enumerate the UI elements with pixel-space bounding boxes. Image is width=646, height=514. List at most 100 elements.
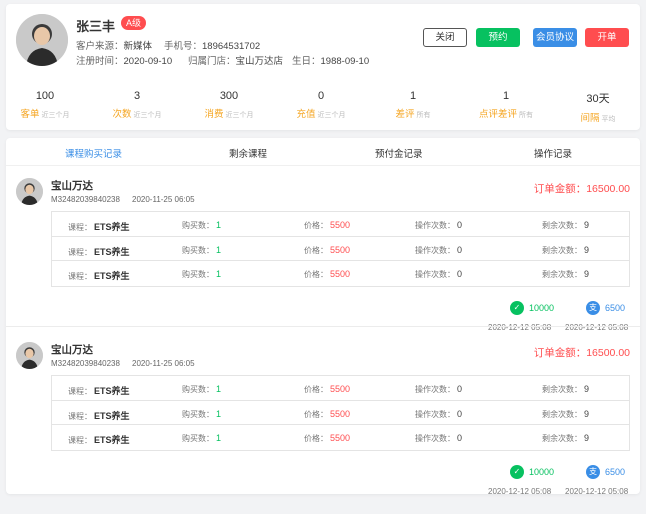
book-button[interactable]: 预约 — [476, 28, 520, 47]
remaining-cell: 剩余次数： 9 — [542, 409, 589, 420]
payment-amount: 6500 — [605, 303, 626, 313]
open-order-button[interactable]: 开单 — [585, 28, 629, 47]
order-items-table: 课程： ETS养生 购买数： 1 价格： 5500 操作次数： 0 剩余次数： 9 课程：… — [51, 375, 630, 451]
payment-time: 2020-12-12 05:08 — [488, 487, 552, 496]
price-value: 5500 — [330, 220, 351, 230]
birthday-value: 1988-09-10 — [320, 56, 370, 67]
price-cell: 价格： 5500 — [304, 433, 350, 444]
course-cell: 课程： ETS养生 — [68, 384, 130, 397]
remaining-label: 剩余次数： — [542, 245, 582, 255]
bought-cell: 购买数： 1 — [182, 433, 221, 444]
wechat-icon: ✓ — [510, 301, 524, 315]
close-button[interactable]: 关闭 — [423, 28, 467, 47]
stat-label: 次数 近三个月 — [87, 106, 187, 120]
remaining-cell: 剩余次数： 9 — [542, 245, 589, 256]
bought-label: 购买数： — [182, 385, 214, 394]
tab-remaining-courses[interactable]: 剩余课程 — [229, 146, 267, 160]
stat-value: 0 — [317, 90, 325, 102]
table-row: 课程： ETS养生 购买数： 1 价格： 5500 操作次数： 0 剩余次数： 9 — [52, 212, 629, 237]
stat-sub: 所有 — [416, 112, 431, 119]
course-label: 课程： — [68, 247, 92, 257]
price-cell: 价格： 5500 — [304, 384, 350, 395]
bought-cell: 购买数： 1 — [182, 409, 221, 420]
stat-label-text: 差评 — [395, 109, 415, 120]
course-cell: 课程： ETS养生 — [68, 245, 130, 258]
member-agreement-button[interactable]: 会员协议 — [533, 28, 577, 47]
bought-label: 购买数： — [182, 221, 214, 230]
remaining-value: 9 — [584, 433, 590, 443]
stat-sub: 所有 — [519, 112, 533, 119]
remaining-value: 9 — [584, 269, 590, 279]
remaining-cell: 剩余次数： 9 — [542, 384, 589, 395]
stat-value: 100 — [35, 90, 55, 102]
table-row: 课程： ETS养生 购买数： 1 价格： 5500 操作次数： 0 剩余次数： 9 — [52, 261, 629, 286]
ops-value: 0 — [457, 433, 463, 443]
source-label: 客户来源： — [76, 41, 124, 52]
remaining-label: 剩余次数： — [542, 409, 582, 419]
source-value: 新媒体 — [123, 41, 153, 52]
bought-value: 1 — [216, 384, 222, 394]
bought-label: 购买数： — [182, 434, 214, 443]
bought-cell: 购买数： 1 — [182, 245, 221, 256]
customer-avatar — [16, 14, 68, 66]
alipay-icon: 支 — [586, 465, 600, 479]
ops-label: 操作次数： — [415, 245, 455, 255]
customer-source: 客户来源：新媒体 — [76, 38, 152, 52]
ops-value: 0 — [457, 269, 463, 279]
tab-operation-log[interactable]: 操作记录 — [534, 146, 572, 160]
tab-course-purchase[interactable]: 课程购买记录 — [65, 146, 122, 160]
remaining-value: 9 — [584, 384, 590, 394]
customer-store: 归属门店：宝山万达店 — [188, 53, 283, 67]
course-cell: 课程： ETS养生 — [68, 433, 130, 446]
course-value: ETS养生 — [94, 435, 130, 445]
tab-prepaid-records[interactable]: 预付金记录 — [375, 146, 423, 160]
remaining-cell: 剩余次数： 9 — [542, 269, 589, 280]
ops-label: 操作次数： — [415, 385, 455, 394]
ops-cell: 操作次数： 0 — [415, 220, 462, 231]
price-label: 价格： — [304, 270, 328, 279]
store-avatar — [16, 178, 43, 205]
stat-bad-reviews: 1 差评 所有 — [363, 90, 463, 120]
ops-value: 0 — [457, 244, 463, 255]
price-label: 价格： — [304, 221, 328, 230]
price-value: 5500 — [330, 433, 351, 443]
customer-name: 张三丰 — [76, 19, 116, 34]
stat-sub: 平均 — [601, 116, 616, 123]
price-value: 5500 — [330, 269, 351, 279]
stat-visits: 3 次数 近三个月 — [87, 90, 187, 120]
alipay-icon: 支 — [586, 301, 600, 315]
wechat-icon: ✓ — [510, 465, 524, 479]
price-cell: 价格： 5500 — [304, 269, 350, 280]
course-value: ETS养生 — [94, 271, 130, 281]
person-photo-icon — [16, 178, 43, 205]
ops-value: 0 — [457, 384, 463, 394]
order-store-name: 宝山万达 — [51, 344, 93, 356]
stat-value: 300 — [219, 90, 239, 102]
course-cell: 课程： ETS养生 — [68, 220, 130, 233]
stat-label-text: 次数 — [112, 109, 132, 120]
stat-label-text: 间隔 — [580, 113, 600, 124]
order-number: M32482039840238 — [51, 195, 120, 204]
order-block: 宝山万达 M32482039840238 2020-11-25 06:05 订单… — [6, 342, 640, 496]
remaining-label: 剩余次数： — [542, 434, 582, 443]
stat-spending: 300 消费 近三个月 — [179, 90, 279, 120]
course-label: 课程： — [68, 387, 92, 396]
ops-label: 操作次数： — [415, 221, 455, 230]
price-cell: 价格： 5500 — [304, 245, 350, 256]
remaining-label: 剩余次数： — [542, 385, 582, 394]
bought-value: 1 — [216, 408, 222, 419]
order-amount: 订单金额：16500.00 — [533, 347, 630, 359]
bought-label: 购买数： — [182, 270, 214, 279]
store-avatar — [16, 342, 43, 369]
order-time: 2020-11-25 06:05 — [132, 359, 195, 368]
payment-amount: 10000 — [529, 303, 555, 313]
store-value: 宝山万达店 — [235, 56, 284, 67]
order-time: 2020-11-25 06:05 — [132, 195, 195, 204]
course-value: ETS养生 — [94, 386, 130, 396]
course-value: ETS养生 — [94, 246, 130, 257]
stat-sub: 近三个月 — [133, 112, 162, 119]
table-row: 课程： ETS养生 购买数： 1 价格： 5500 操作次数： 0 剩余次数： 9 — [52, 376, 629, 401]
remaining-value: 9 — [584, 220, 590, 230]
stat-label: 间隔 平均 — [548, 110, 646, 124]
remaining-value: 9 — [584, 408, 590, 419]
